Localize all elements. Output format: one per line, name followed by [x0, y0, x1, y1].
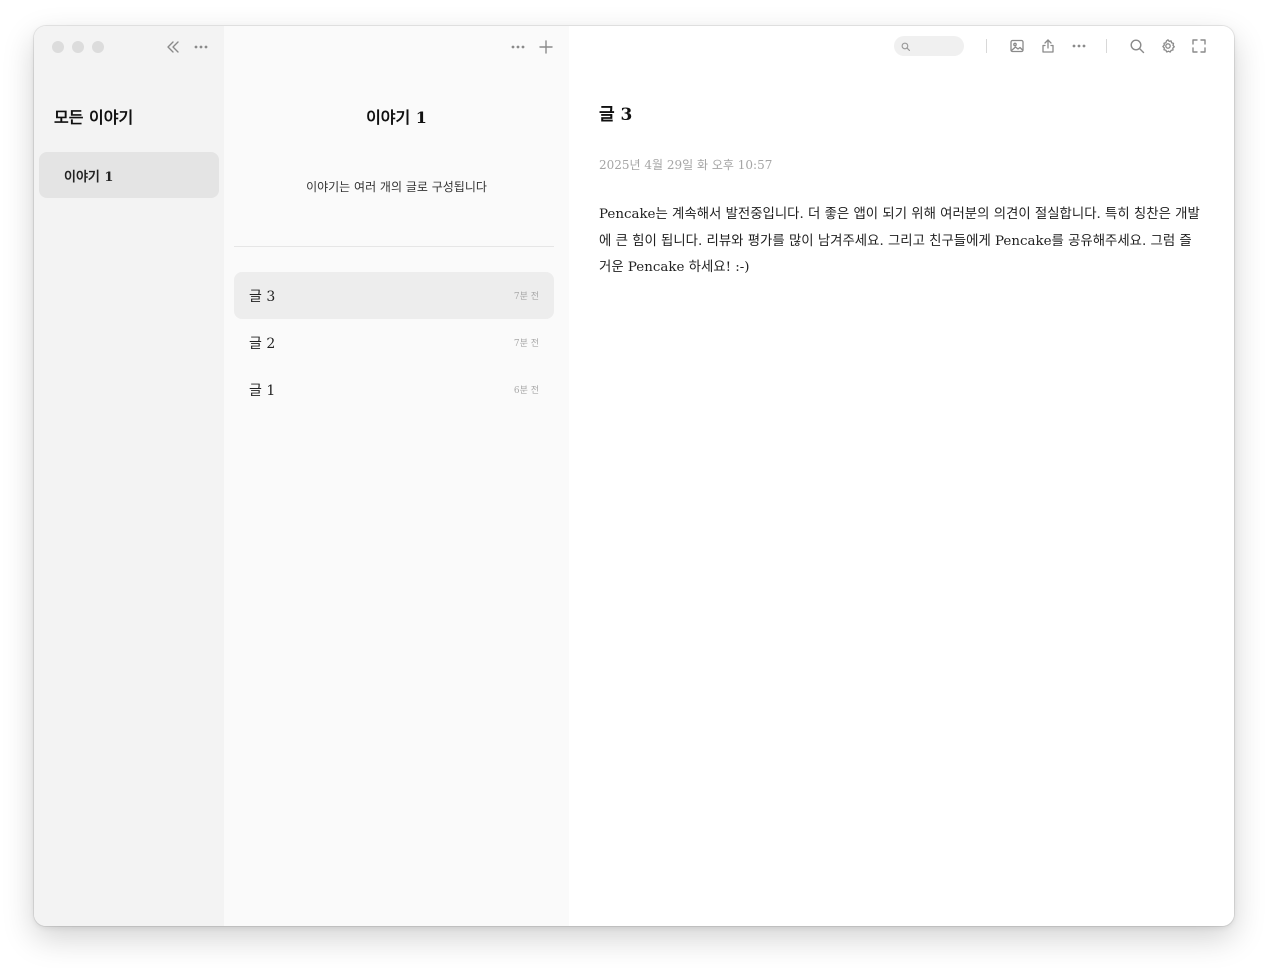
- sidebar-title: 모든 이야기: [54, 108, 134, 127]
- app-window: 모든 이야기 이야기 1 이야기 1 이야기는 여러 개의 글로 구성됩니다 글…: [34, 26, 1234, 926]
- ellipsis-icon: [1072, 44, 1085, 48]
- post-time: 6분 전: [513, 386, 539, 396]
- fullscreen-icon: [1191, 39, 1206, 53]
- settings-button[interactable]: [1159, 37, 1177, 55]
- share-button[interactable]: [1039, 37, 1057, 55]
- zoom-window-button[interactable]: [92, 41, 104, 53]
- window-controls: [52, 41, 104, 53]
- ellipsis-icon: [511, 45, 525, 49]
- collapse-sidebar-button[interactable]: [164, 38, 182, 56]
- close-window-button[interactable]: [52, 41, 64, 53]
- image-icon: [1009, 39, 1024, 53]
- toolbar-separator: [986, 39, 987, 53]
- post-item[interactable]: 글 2 7분 전: [234, 319, 554, 366]
- search-input[interactable]: [914, 40, 960, 52]
- fullscreen-button[interactable]: [1190, 37, 1208, 55]
- story-description[interactable]: 이야기는 여러 개의 글로 구성됩니다: [224, 178, 569, 195]
- plus-icon: [539, 40, 553, 54]
- post-date: 2025년 4월 29일 화 오후 10:57: [599, 158, 773, 172]
- post-list-panel: 이야기 1 이야기는 여러 개의 글로 구성됩니다 글 3 7분 전 글 2 7…: [224, 26, 569, 926]
- search-field[interactable]: [894, 36, 964, 56]
- post-heading[interactable]: 글 3: [599, 100, 632, 125]
- sidebar-more-button[interactable]: [192, 38, 210, 56]
- share-icon: [1041, 39, 1054, 53]
- post-title: 글 3: [249, 288, 276, 305]
- post-item[interactable]: 글 3 7분 전: [234, 272, 554, 319]
- search-icon: [901, 42, 910, 51]
- post-list: 글 3 7분 전 글 2 7분 전 글 1 6분 전: [234, 272, 554, 413]
- chevrons-left-icon: [167, 41, 179, 53]
- editor-panel: 글 3 2025년 4월 29일 화 오후 10:57 Pencake는 계속해…: [569, 26, 1234, 926]
- post-list-toolbar: [509, 38, 555, 56]
- post-time: 7분 전: [513, 292, 539, 302]
- minimize-window-button[interactable]: [72, 41, 84, 53]
- post-title: 글 2: [249, 335, 276, 352]
- editor-more-button[interactable]: [1070, 37, 1088, 55]
- post-body[interactable]: Pencake는 계속해서 발전중입니다. 더 좋은 앱이 되기 위해 여러분의…: [599, 202, 1204, 282]
- story-more-button[interactable]: [509, 38, 527, 56]
- story-title: 이야기 1: [366, 108, 427, 127]
- gear-icon: [1161, 39, 1175, 53]
- ellipsis-icon: [194, 45, 208, 49]
- divider: [234, 246, 554, 247]
- post-title: 글 1: [249, 382, 276, 399]
- insert-image-button[interactable]: [1008, 37, 1026, 55]
- post-time: 7분 전: [513, 339, 539, 349]
- sidebar-item-story-1[interactable]: 이야기 1: [39, 152, 219, 198]
- search-icon: [1129, 39, 1144, 54]
- post-item[interactable]: 글 1 6분 전: [234, 366, 554, 413]
- sidebar: 모든 이야기 이야기 1: [34, 26, 224, 926]
- toolbar-separator: [1106, 39, 1107, 53]
- add-post-button[interactable]: [537, 38, 555, 56]
- sidebar-toolbar: [164, 38, 210, 56]
- editor-toolbar: [894, 36, 1214, 56]
- find-button[interactable]: [1128, 37, 1146, 55]
